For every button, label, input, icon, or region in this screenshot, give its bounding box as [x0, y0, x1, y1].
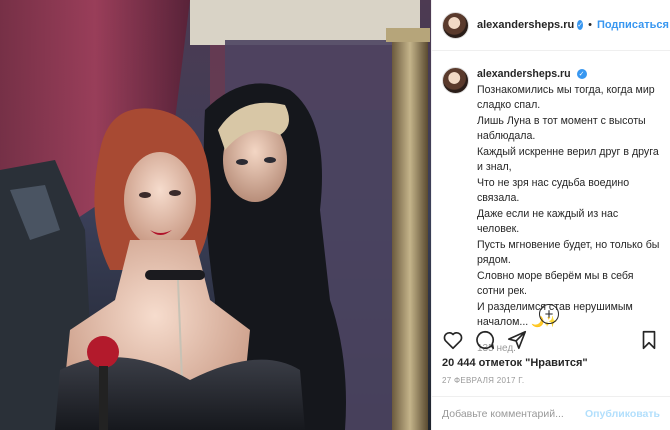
caption-username[interactable]: alexandersheps.ru: [477, 68, 571, 80]
separator-dot: •: [588, 19, 592, 31]
caption-line-4: Что не зря нас судьба воедино связала.: [477, 176, 630, 205]
caption-line-7: Словно море вберём мы в себя сотни рек.: [477, 269, 634, 298]
share-icon[interactable]: [506, 329, 528, 351]
caption-text: alexandersheps.ru ✓ Познакомились мы тог…: [477, 67, 660, 356]
caption-line-6: Пусть мгновение будет, но только бы рядо…: [477, 238, 660, 267]
caption-line-8: И разделимся став нерушимым началом... 🌙…: [477, 300, 633, 329]
caption-avatar[interactable]: [442, 67, 469, 94]
post-photo[interactable]: [0, 0, 431, 430]
caption-line-2: Лишь Луна в тот момент с высоты наблюдал…: [477, 114, 646, 143]
comment-form: Опубликовать: [432, 396, 670, 430]
post-date[interactable]: 27 ФЕВРАЛЯ 2017 Г.: [442, 376, 524, 385]
likes-count[interactable]: 20 444 отметок "Нравится": [442, 357, 588, 369]
publish-button[interactable]: Опубликовать: [585, 408, 660, 420]
author-avatar[interactable]: [442, 11, 469, 39]
verified-icon: ✓: [577, 20, 584, 30]
action-bar: [442, 328, 660, 352]
post-header: alexandersheps.ru ✓ • Подписаться: [432, 0, 670, 51]
likes-label: отметок "Нравится": [478, 357, 588, 369]
heart-icon[interactable]: [442, 329, 464, 351]
post-photo-art: [0, 0, 431, 430]
verified-icon: ✓: [576, 69, 587, 80]
comments-section: alexandersheps.ru ✓ Познакомились мы тог…: [432, 51, 670, 354]
follow-button[interactable]: Подписаться: [597, 19, 669, 31]
caption-line-5: Даже если не каждый из нас человек.: [477, 207, 619, 236]
bookmark-icon[interactable]: [638, 329, 660, 351]
caption-line-1: Познакомились мы тогда, когда мир сладко…: [477, 83, 655, 112]
comment-input[interactable]: [442, 407, 586, 420]
caption-line-3: Каждый искренне верил друг в друга и зна…: [477, 145, 659, 174]
post-sidebar: alexandersheps.ru ✓ • Подписаться alexan…: [431, 0, 670, 430]
comment-icon[interactable]: [474, 329, 496, 351]
likes-number: 20 444: [442, 357, 476, 369]
author-username[interactable]: alexandersheps.ru: [477, 19, 574, 31]
plus-circle-icon[interactable]: +: [539, 304, 559, 324]
